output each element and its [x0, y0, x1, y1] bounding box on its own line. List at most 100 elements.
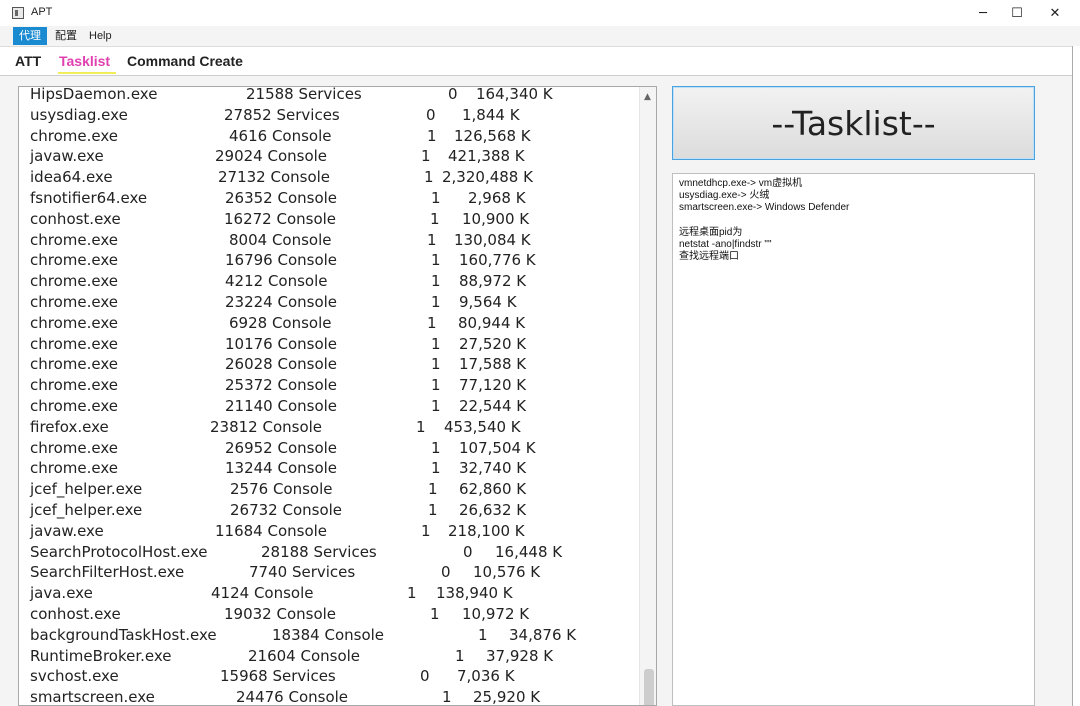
process-session-num: 1: [455, 646, 465, 665]
process-name: javaw.exe: [30, 521, 104, 540]
process-pid-session: 29024 Console: [215, 147, 328, 166]
process-pid-session: 2576 Console: [230, 480, 333, 499]
process-session-num: 1: [431, 459, 441, 478]
process-name: chrome.exe: [30, 251, 118, 270]
process-row: chrome.exe 16796 Console 1 160,776 K: [19, 251, 639, 272]
process-session-num: 1: [431, 188, 441, 207]
process-name: chrome.exe: [30, 376, 118, 395]
process-pid-session: 4212 Console: [225, 272, 328, 291]
process-mem-usage: 107,504 K: [459, 438, 536, 457]
menu-config[interactable]: 配置: [49, 27, 83, 45]
process-pid-session: 4124 Console: [211, 584, 314, 603]
tab-tasklist[interactable]: Tasklist: [59, 53, 110, 69]
process-mem-usage: 130,084 K: [454, 230, 531, 249]
process-row: chrome.exe 6928 Console 1 80,944 K: [19, 314, 639, 335]
process-session-num: 1: [442, 688, 452, 706]
process-mem-usage: 32,740 K: [459, 459, 527, 478]
tab-bar: ATT Tasklist Command Create: [0, 46, 1072, 76]
process-list-scrollbar[interactable]: ▲: [639, 87, 656, 705]
process-name: jcef_helper.exe: [30, 500, 143, 519]
process-row: javaw.exe 29024 Console 1 421,388 K: [19, 147, 639, 168]
process-row: SearchProtocolHost.exe 28188 Services 0 16,…: [19, 543, 639, 564]
notes-textarea[interactable]: vmnetdhcp.exe-> vm虚拟机 usysdiag.exe-> 火绒 …: [672, 173, 1035, 706]
process-name: firefox.exe: [30, 417, 109, 436]
process-pid-session: 25372 Console: [225, 376, 338, 395]
process-session-num: 0: [426, 105, 436, 124]
process-row: chrome.exe 4616 Console 1 126,568 K: [19, 127, 639, 148]
process-name: SearchProtocolHost.exe: [30, 542, 208, 561]
process-name: svchost.exe: [30, 667, 119, 686]
process-name: chrome.exe: [30, 334, 118, 353]
process-row: chrome.exe 13244 Console 1 32,740 K: [19, 459, 639, 480]
process-session-num: 1: [431, 355, 441, 374]
process-row: chrome.exe 26952 Console 1 107,504 K: [19, 439, 639, 460]
process-pid-session: 21588 Services: [246, 86, 362, 103]
process-name: java.exe: [30, 584, 93, 603]
process-session-num: 0: [441, 563, 451, 582]
process-list[interactable]: HipsDaemon.exe 21588 Services 0 164,340 K us…: [18, 86, 657, 706]
process-mem-usage: 164,340 K: [476, 86, 553, 103]
process-session-num: 1: [421, 521, 431, 540]
process-pid-session: 6928 Console: [229, 313, 332, 332]
menu-help[interactable]: Help: [83, 27, 118, 45]
process-row: chrome.exe 4212 Console 1 88,972 K: [19, 272, 639, 293]
process-name: chrome.exe: [30, 438, 118, 457]
process-name: usysdiag.exe: [30, 105, 128, 124]
process-row: javaw.exe 11684 Console 1 218,100 K: [19, 522, 639, 543]
process-mem-usage: 88,972 K: [459, 272, 527, 291]
process-mem-usage: 27,520 K: [459, 334, 527, 353]
close-button[interactable]: ✕: [1036, 0, 1074, 26]
process-name: chrome.exe: [30, 459, 118, 478]
process-pid-session: 13244 Console: [225, 459, 338, 478]
process-mem-usage: 421,388 K: [448, 147, 525, 166]
process-session-num: 1: [407, 584, 417, 603]
process-session-num: 1: [430, 604, 440, 623]
process-pid-session: 26028 Console: [225, 355, 338, 374]
menu-proxy[interactable]: 代理: [13, 27, 47, 45]
process-row: chrome.exe 10176 Console 1 27,520 K: [19, 335, 639, 356]
process-row: jcef_helper.exe 26732 Console 1 26,632 K: [19, 501, 639, 522]
process-name: smartscreen.exe: [30, 688, 155, 706]
process-name: HipsDaemon.exe: [30, 86, 158, 103]
process-mem-usage: 16,448 K: [495, 542, 563, 561]
tab-att[interactable]: ATT: [15, 53, 41, 69]
process-session-num: 1: [421, 147, 431, 166]
process-session-num: 1: [424, 168, 434, 187]
process-name: chrome.exe: [30, 292, 118, 311]
process-name: chrome.exe: [30, 313, 118, 332]
process-mem-usage: 62,860 K: [459, 480, 527, 499]
scroll-up-arrow-icon[interactable]: ▲: [644, 92, 651, 102]
process-name: SearchFilterHost.exe: [30, 563, 185, 582]
process-name: chrome.exe: [30, 355, 118, 374]
process-pid-session: 24476 Console: [236, 688, 349, 706]
process-mem-usage: 9,564 K: [459, 292, 517, 311]
process-row: usysdiag.exe 27852 Services 0 1,844 K: [19, 106, 639, 127]
process-name: RuntimeBroker.exe: [30, 646, 172, 665]
process-row: smartscreen.exe 24476 Console 1 25,920 K: [19, 688, 639, 706]
process-session-num: 1: [431, 396, 441, 415]
process-mem-usage: 218,100 K: [448, 521, 525, 540]
process-mem-usage: 37,928 K: [486, 646, 554, 665]
scroll-thumb[interactable]: [644, 669, 654, 705]
process-row: fsnotifier64.exe 26352 Console 1 2,968 K: [19, 189, 639, 210]
process-pid-session: 4616 Console: [229, 126, 332, 145]
process-mem-usage: 160,776 K: [459, 251, 536, 270]
process-mem-usage: 17,588 K: [459, 355, 527, 374]
process-session-num: 1: [427, 126, 437, 145]
process-session-num: 1: [428, 500, 438, 519]
tab-command-create[interactable]: Command Create: [127, 53, 243, 69]
process-pid-session: 21604 Console: [248, 646, 361, 665]
title-bar: APT ─ ☐ ✕: [0, 0, 1080, 26]
process-list-content: HipsDaemon.exe 21588 Services 0 164,340 K us…: [19, 86, 639, 706]
process-session-num: 1: [431, 272, 441, 291]
process-name: fsnotifier64.exe: [30, 188, 148, 207]
process-session-num: 0: [448, 86, 458, 103]
tasklist-button[interactable]: --Tasklist--: [672, 86, 1035, 160]
minimize-button[interactable]: ─: [964, 0, 1002, 26]
maximize-button[interactable]: ☐: [998, 0, 1036, 26]
adjacent-window-edge: [1072, 46, 1080, 706]
process-session-num: 1: [427, 313, 437, 332]
process-row: chrome.exe 25372 Console 1 77,120 K: [19, 376, 639, 397]
process-pid-session: 27132 Console: [218, 168, 331, 187]
process-mem-usage: 1,844 K: [462, 105, 520, 124]
